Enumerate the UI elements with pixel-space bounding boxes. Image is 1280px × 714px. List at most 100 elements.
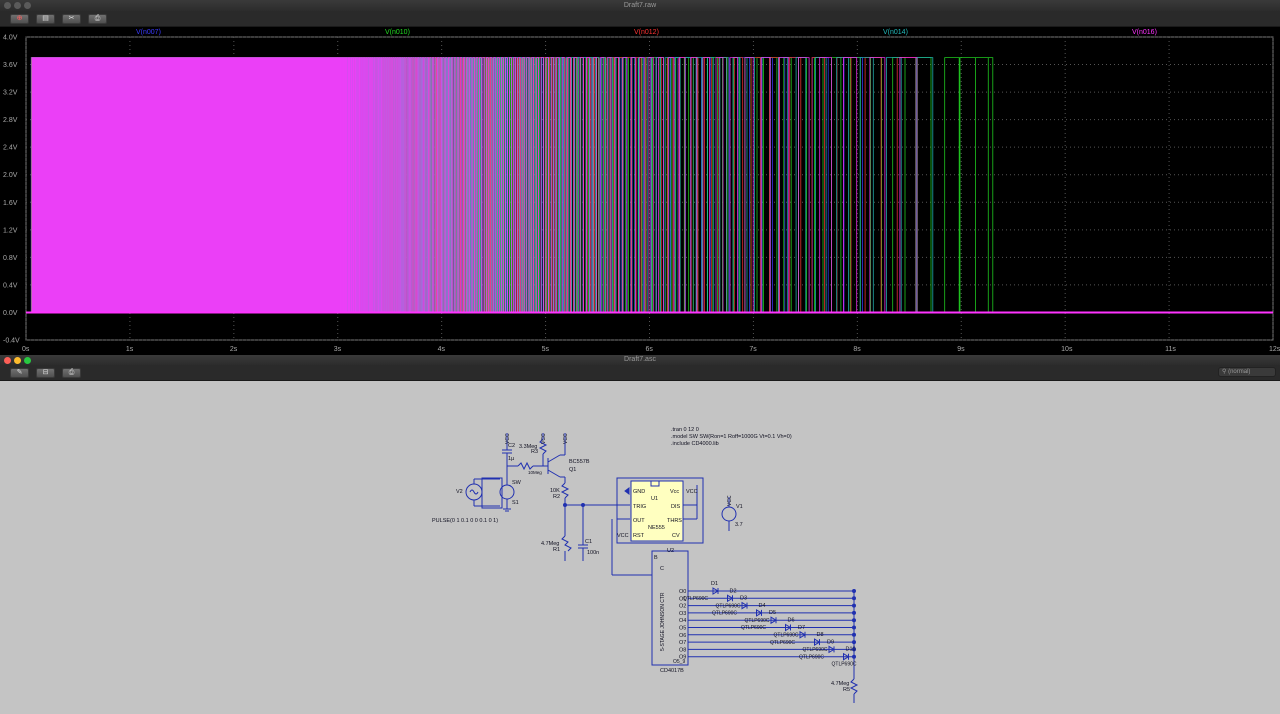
led-label: D6	[788, 618, 795, 624]
output-pin-label: O7	[679, 640, 686, 646]
zoom-tool-icon[interactable]: ⊕	[10, 14, 29, 24]
y-tick-label: 0.4V	[3, 282, 18, 289]
led-label: D5	[769, 610, 776, 616]
pin-c: C	[660, 566, 664, 572]
led-label: D2	[730, 588, 737, 594]
lock-tool-icon[interactable]: ⊟	[36, 368, 55, 378]
v1-label: V1	[736, 504, 743, 510]
led-label: D10	[846, 647, 856, 653]
search-input[interactable]: ⚲ (normal)	[1218, 367, 1276, 377]
y-tick-label: 4.0V	[3, 35, 18, 42]
c2-value: 1µ	[508, 456, 515, 462]
x-tick-label: 1s	[126, 346, 134, 353]
x-tick-label: 2s	[230, 346, 238, 353]
minimize-dot[interactable]	[14, 357, 21, 364]
zoom-dot[interactable]	[24, 357, 31, 364]
x-tick-label: 8s	[853, 346, 861, 353]
u2-description: 5-STAGE JOHNSON CTR	[660, 592, 666, 651]
close-dot[interactable]	[4, 2, 11, 9]
v2-label: V2	[456, 489, 463, 495]
wrench-tool-icon[interactable]: ✎	[10, 368, 29, 378]
r1-label: R1	[553, 547, 560, 553]
waveform-chart: 4.0V 3.6V 3.2V 2.8V 2.4V 2.0V 1.6V 1.2V 0.8V 0.4V…	[3, 29, 1280, 353]
v1-source[interactable]	[721, 506, 737, 522]
output-pin-label: O2	[679, 604, 686, 610]
r2-resistor[interactable]	[560, 482, 570, 499]
waveform-toolbar: ⊕ ▤ ✂ ⎙	[0, 11, 1280, 27]
cut-tool-icon[interactable]: ✂	[62, 14, 81, 24]
led-model: QTLP690C	[712, 611, 737, 617]
x-tick-label: 7s	[749, 346, 757, 353]
x-tick-label: 3s	[334, 346, 342, 353]
pin-out: OUT	[633, 518, 645, 524]
led-model: QTLP690C	[745, 618, 770, 624]
led-label: D8	[817, 632, 824, 638]
led-label: D3	[740, 596, 747, 602]
search-icon: ⚲	[1222, 369, 1227, 375]
output-pin-label: O0	[679, 589, 686, 595]
led-model: QTLP690C	[741, 625, 766, 631]
schematic-window-title: Draft7.asc	[624, 356, 656, 363]
r2-label: R2	[553, 494, 560, 500]
c1-label: C1	[585, 539, 592, 545]
pin-dis: DIS	[671, 504, 681, 510]
r4-resistor[interactable]	[517, 461, 534, 471]
waveform-plot[interactable]: 4.0V 3.6V 3.2V 2.8V 2.4V 2.0V 1.6V 1.2V 0.8V 0.4V…	[0, 27, 1280, 357]
pin-vcc: Vcc	[670, 489, 679, 495]
vcc-net-c2: VCC	[505, 433, 511, 444]
x-tick-label: 4s	[438, 346, 446, 353]
print-tool-icon[interactable]: ⎙	[62, 368, 81, 378]
q1-label: Q1	[569, 467, 576, 473]
close-dot[interactable]	[4, 357, 11, 364]
y-tick-label: 1.6V	[3, 200, 18, 207]
chart-tool-icon[interactable]: ▤	[36, 14, 55, 24]
x-tick-label: 6s	[646, 346, 654, 353]
pin-b: B	[654, 555, 658, 561]
vcc-net-555: VCC	[686, 489, 698, 495]
schematic-drawing: .tran 0 12 0 .model SW SW(Ron=1 Roff=100…	[432, 427, 859, 703]
y-tick-label: 0.0V	[3, 310, 18, 317]
series-legend-label[interactable]: V(n014)	[883, 29, 908, 36]
pin-rst: RST	[633, 533, 645, 539]
pin-cv: CV	[672, 533, 680, 539]
v1-value: 3.7	[735, 522, 743, 528]
series-trace	[31, 57, 918, 313]
led-model: QTLP690C	[683, 596, 708, 602]
sw-label: SW	[512, 480, 522, 486]
u1-type: NE555	[648, 525, 665, 531]
series-legend-label[interactable]: V(n007)	[136, 29, 161, 36]
search-placeholder: (normal)	[1228, 369, 1251, 375]
r1-resistor[interactable]	[561, 535, 572, 552]
pin-trig: TRIG	[633, 504, 646, 510]
pin-gnd: GND	[633, 489, 645, 495]
y-tick-label: 3.6V	[3, 62, 18, 69]
series-legend-label[interactable]: V(n012)	[634, 29, 659, 36]
led-model: QTLP690C	[716, 603, 741, 609]
waveform-window-titlebar: Draft7.raw	[0, 0, 1280, 11]
model-directive[interactable]: .model SW SW(Ron=1 Roff=1000G Vt=0.1 Vh=…	[671, 434, 792, 440]
series-legend-label[interactable]: V(n016)	[1132, 29, 1157, 36]
waveform-window-title: Draft7.raw	[623, 2, 657, 9]
minimize-dot[interactable]	[14, 2, 21, 9]
schematic-canvas[interactable]: .tran 0 12 0 .model SW SW(Ron=1 Roff=100…	[0, 381, 1280, 709]
r5-label: R5	[843, 687, 850, 693]
s1-label: S1	[512, 500, 519, 506]
led-model: QTLP690C	[770, 640, 795, 646]
vcc-net-rst: VCC	[617, 533, 629, 539]
output-pin-label: O4	[679, 618, 686, 624]
u2-type: CD4017B	[660, 668, 684, 674]
series-legend-label[interactable]: V(n010)	[385, 29, 410, 36]
y-tick-label: 3.2V	[3, 90, 18, 97]
print-tool-icon[interactable]: ⎙	[88, 14, 107, 24]
include-directive[interactable]: .include CD4000.lib	[671, 441, 719, 447]
x-tick-label: 5s	[542, 346, 550, 353]
x-tick-label: 9s	[957, 346, 965, 353]
r5-resistor[interactable]	[849, 678, 859, 695]
tran-directive[interactable]: .tran 0 12 0	[671, 427, 699, 433]
output-pin-label: O9	[679, 655, 686, 661]
y-tick-label: -0.4V	[3, 338, 20, 345]
y-tick-label: 2.0V	[3, 172, 18, 179]
q1-type: BC557B	[569, 459, 590, 465]
zoom-dot[interactable]	[24, 2, 31, 9]
pulse-label[interactable]: PULSE(0 1 0.1 0 0 0.1 0 1)	[432, 518, 498, 524]
